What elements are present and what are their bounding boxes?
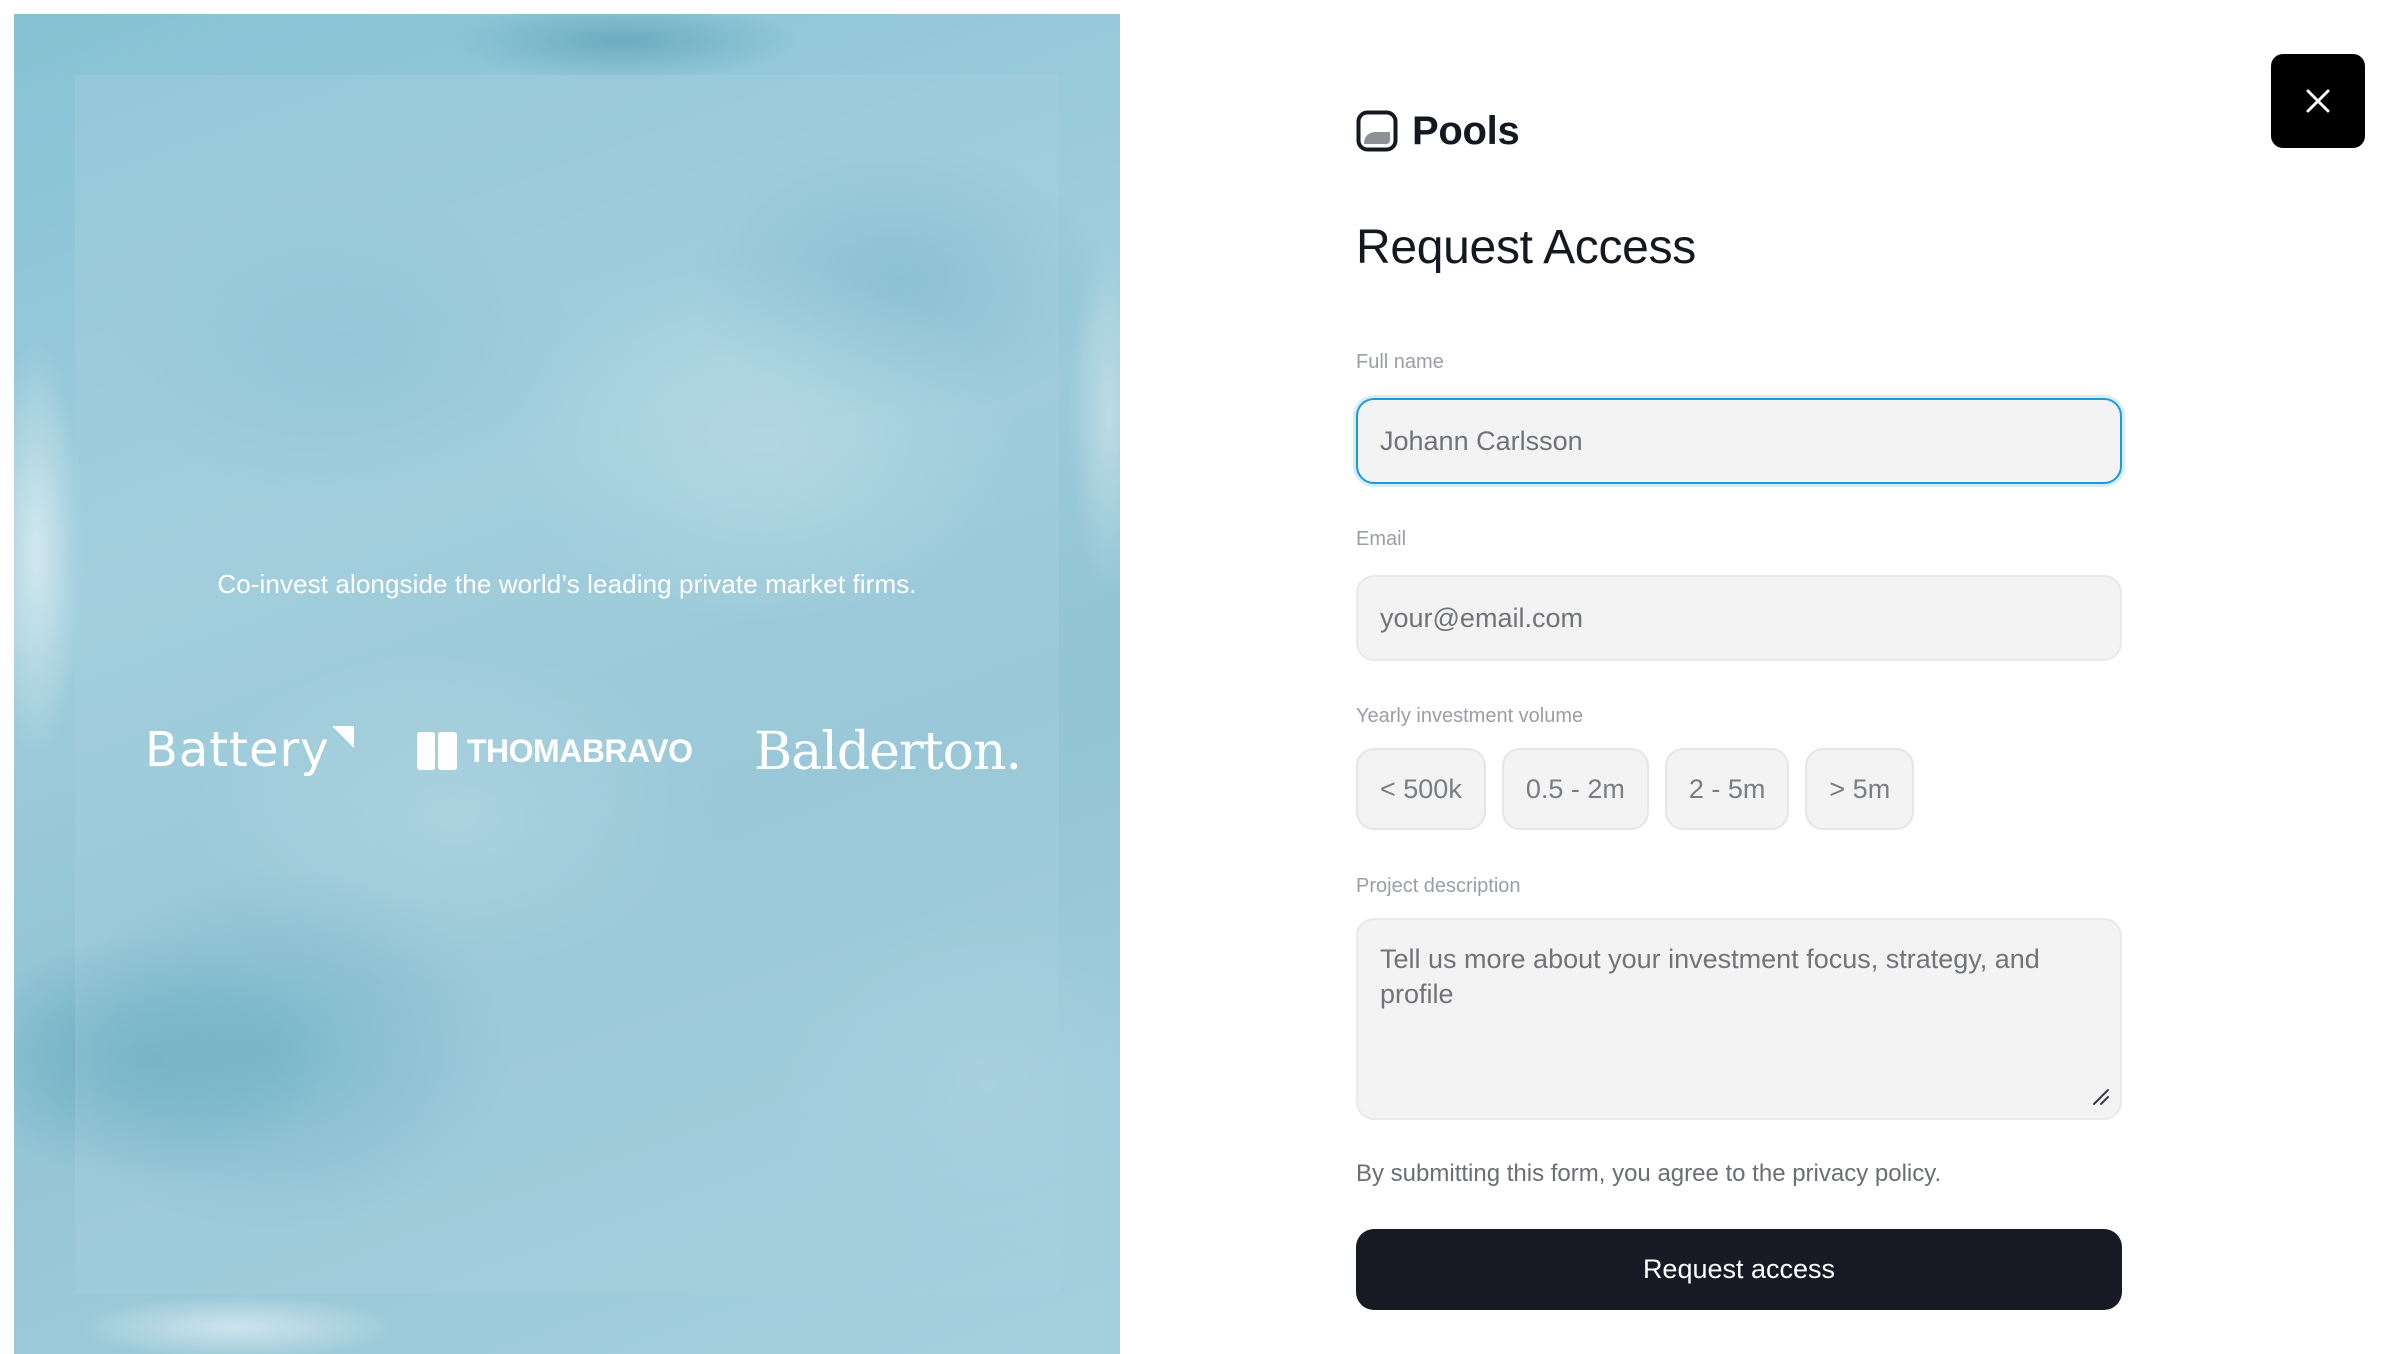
battery-flag-icon: [331, 726, 354, 748]
request-access-button[interactable]: Request access: [1356, 1229, 2122, 1310]
volume-option-2-5m[interactable]: 2 - 5m: [1664, 748, 1790, 830]
resize-handle-icon[interactable]: [2090, 1086, 2110, 1106]
volume-option-over-5m[interactable]: > 5m: [1805, 748, 1915, 830]
email-label: Email: [1356, 528, 1407, 550]
hero-tagline: Co-invest alongside the world’s leading …: [217, 569, 917, 599]
full-name-label: Full name: [1356, 351, 1444, 373]
battery-logo-text: Battery: [145, 722, 330, 778]
page-title: Request Access: [1356, 221, 1696, 274]
close-button[interactable]: [2271, 54, 2365, 148]
full-name-input[interactable]: [1356, 398, 2122, 484]
close-icon: [2306, 89, 2330, 113]
thomabravo-mark-icon: [417, 732, 457, 770]
volume-label: Yearly investment volume: [1356, 705, 1584, 727]
thomabravo-logo: THOMABRAVO: [417, 732, 693, 770]
email-input[interactable]: [1356, 575, 2122, 661]
balderton-logo-text: Balderton.: [754, 722, 1022, 782]
pools-logo-icon: [1356, 110, 1398, 152]
balderton-logo: Balderton.: [754, 722, 1022, 782]
brand: Pools: [1356, 108, 1520, 154]
thomabravo-logo-text: THOMABRAVO: [467, 732, 693, 769]
partner-logos: Battery THOMABRAVO Balderton.: [14, 714, 1120, 794]
hero-card: [75, 75, 1059, 1293]
description-textarea[interactable]: [1356, 918, 2122, 1120]
hero-panel: Co-invest alongside the world’s leading …: [14, 14, 1120, 1354]
volume-option-0-5-2m[interactable]: 0.5 - 2m: [1501, 748, 1649, 830]
volume-options: < 500k 0.5 - 2m 2 - 5m > 5m: [1356, 748, 1930, 830]
privacy-consent-text: By submitting this form, you agree to th…: [1356, 1160, 1942, 1187]
brand-name: Pools: [1412, 108, 1520, 153]
volume-option-under-500k[interactable]: < 500k: [1356, 748, 1486, 830]
description-label: Project description: [1356, 875, 1521, 897]
battery-logo: Battery: [145, 722, 354, 778]
